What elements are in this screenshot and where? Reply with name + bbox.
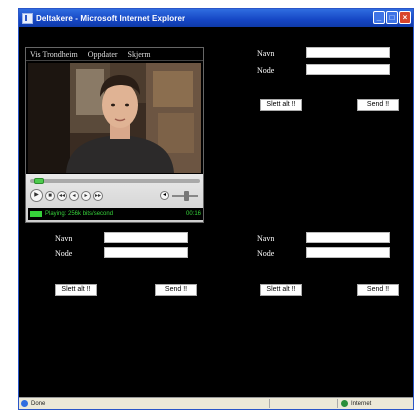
name-label: Navn bbox=[257, 49, 275, 58]
name-label: Navn bbox=[257, 234, 275, 243]
clear-all-button[interactable]: Slett alt !! bbox=[260, 99, 302, 111]
node-label: Node bbox=[55, 249, 73, 258]
next-button[interactable]: ▸ bbox=[81, 190, 91, 201]
media-player: Vis Trondheim Oppdater Skjerm ▶ ■ ◂◂ ◂ ▸… bbox=[25, 47, 204, 223]
menu-item-vis-trondheim[interactable]: Vis Trondheim bbox=[30, 50, 78, 59]
node-input[interactable] bbox=[104, 247, 188, 258]
player-controls: ▶ ■ ◂◂ ◂ ▸ ▸▸ ◂ Playing: 256k bits/secon… bbox=[26, 174, 203, 222]
node-input[interactable] bbox=[306, 247, 390, 258]
player-status-strip: Playing: 256k bits/second 00:16 bbox=[28, 208, 203, 220]
minimize-button[interactable]: _ bbox=[373, 11, 385, 24]
window-title: Deltakere - Microsoft Internet Explorer bbox=[36, 13, 186, 23]
menu-item-oppdater[interactable]: Oppdater bbox=[88, 50, 118, 59]
send-button[interactable]: Send !! bbox=[155, 284, 197, 296]
status-bar: Done Internet bbox=[19, 397, 413, 409]
browser-window: Deltakere - Microsoft Internet Explorer … bbox=[18, 8, 414, 410]
rewind-button[interactable]: ◂◂ bbox=[57, 190, 67, 201]
status-zone: Internet bbox=[341, 400, 371, 407]
webcam-person-image bbox=[28, 63, 201, 173]
speaker-icon[interactable]: ◂ bbox=[160, 191, 169, 200]
seek-thumb[interactable] bbox=[34, 178, 44, 184]
name-input[interactable] bbox=[306, 232, 390, 243]
clear-all-button[interactable]: Slett alt !! bbox=[260, 284, 302, 296]
node-input[interactable] bbox=[306, 64, 390, 75]
zone-text: Internet bbox=[351, 400, 372, 407]
previous-button[interactable]: ◂ bbox=[69, 190, 79, 201]
status-divider bbox=[337, 399, 338, 408]
window-controls: _ □ × bbox=[373, 11, 411, 24]
internet-zone-icon bbox=[341, 400, 348, 407]
internet-explorer-icon bbox=[22, 12, 33, 24]
clear-all-button[interactable]: Slett alt !! bbox=[55, 284, 97, 296]
stop-button[interactable]: ■ bbox=[45, 190, 55, 201]
transport-buttons: ▶ ■ ◂◂ ◂ ▸ ▸▸ bbox=[30, 189, 103, 202]
name-input[interactable] bbox=[306, 47, 390, 58]
name-label: Navn bbox=[55, 234, 73, 243]
signal-meter-icon bbox=[30, 211, 42, 217]
page-done-icon bbox=[21, 400, 28, 407]
seek-bar[interactable] bbox=[30, 179, 200, 183]
send-button[interactable]: Send !! bbox=[357, 99, 399, 111]
status-divider bbox=[269, 399, 270, 408]
node-label: Node bbox=[257, 66, 275, 75]
fast-forward-button[interactable]: ▸▸ bbox=[93, 190, 103, 201]
player-status-text: Playing: 256k bits/second bbox=[45, 211, 114, 217]
video-frame bbox=[28, 63, 201, 173]
name-input[interactable] bbox=[104, 232, 188, 243]
play-button[interactable]: ▶ bbox=[30, 189, 43, 202]
player-time: 00:16 bbox=[185, 211, 201, 217]
close-button[interactable]: × bbox=[399, 11, 411, 24]
menu-item-skjerm[interactable]: Skjerm bbox=[128, 50, 151, 59]
node-label: Node bbox=[257, 249, 275, 258]
maximize-button[interactable]: □ bbox=[386, 11, 398, 24]
title-bar[interactable]: Deltakere - Microsoft Internet Explorer … bbox=[19, 9, 413, 27]
status-text: Done bbox=[31, 400, 46, 407]
status-left: Done bbox=[19, 400, 45, 407]
send-button[interactable]: Send !! bbox=[357, 284, 399, 296]
page-content: Vis Trondheim Oppdater Skjerm ▶ ■ ◂◂ ◂ ▸… bbox=[19, 27, 413, 399]
volume-thumb[interactable] bbox=[184, 191, 189, 201]
player-menu: Vis Trondheim Oppdater Skjerm bbox=[26, 48, 203, 61]
